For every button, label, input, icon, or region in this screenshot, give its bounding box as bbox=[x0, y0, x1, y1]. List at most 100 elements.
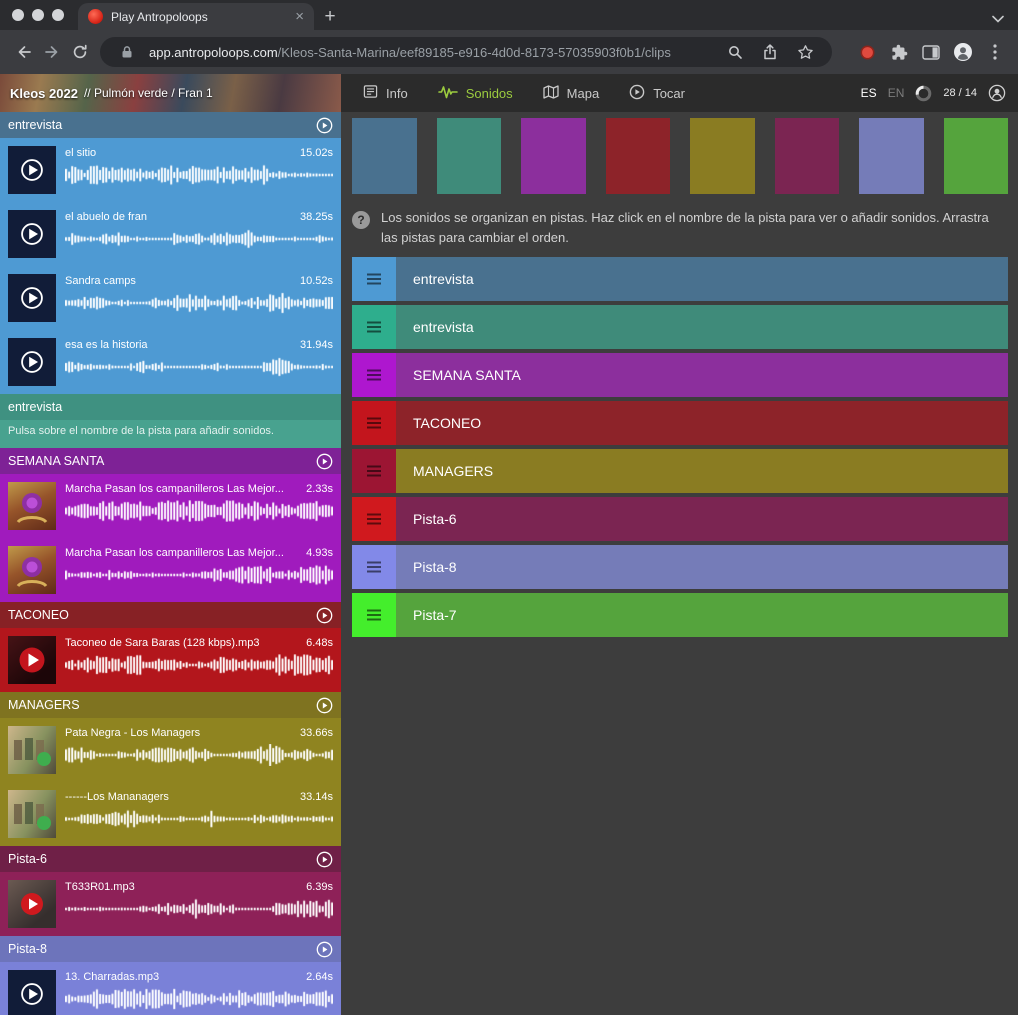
drag-handle[interactable] bbox=[352, 353, 396, 397]
nav-item-sonidos[interactable]: Sonidos bbox=[438, 85, 513, 102]
clip-waveform bbox=[65, 744, 333, 766]
audio-clip[interactable]: el sitio 15.02s bbox=[0, 138, 341, 202]
clip-thumbnail bbox=[8, 338, 56, 386]
nav-item-mapa[interactable]: Mapa bbox=[543, 85, 600, 102]
track-row-label[interactable]: MANAGERS bbox=[396, 449, 1008, 493]
audio-clip[interactable]: T633R01.mp3 6.39s bbox=[0, 872, 341, 936]
track-row[interactable]: entrevista bbox=[352, 257, 1008, 301]
track-header[interactable]: entrevista bbox=[0, 112, 341, 138]
browser-menu-icon[interactable] bbox=[982, 39, 1008, 65]
track-row-label[interactable]: Pista-7 bbox=[396, 593, 1008, 637]
track-color-swatch[interactable] bbox=[437, 118, 502, 194]
audio-clip[interactable]: Taconeo de Sara Baras (128 kbps).mp3 6.4… bbox=[0, 628, 341, 692]
breadcrumb[interactable]: Kleos 2022 // Pulmón verde / Fran 1 bbox=[0, 74, 341, 112]
sidebar-track: entrevista Pulsa sobre el nombre de la p… bbox=[0, 394, 341, 448]
new-tab-button[interactable]: + bbox=[314, 3, 346, 30]
audio-clip[interactable]: ------Los Mananagers 33.14s bbox=[0, 782, 341, 846]
track-color-swatch[interactable] bbox=[690, 118, 755, 194]
window-close-button[interactable] bbox=[12, 9, 24, 21]
track-play-button[interactable] bbox=[316, 851, 333, 868]
audio-clip[interactable]: Marcha Pasan los campanilleros Las Mejor… bbox=[0, 538, 341, 602]
track-color-swatch[interactable] bbox=[606, 118, 671, 194]
browser-tab[interactable]: Play Antropoloops × bbox=[78, 3, 314, 30]
drag-handle[interactable] bbox=[352, 305, 396, 349]
clip-meta: Pata Negra - Los Managers 33.66s bbox=[65, 726, 333, 774]
track-header[interactable]: TACONEO bbox=[0, 602, 341, 628]
drag-handle[interactable] bbox=[352, 401, 396, 445]
forward-button[interactable] bbox=[38, 38, 66, 66]
loops-counter: 28 / 14 bbox=[943, 87, 977, 99]
track-play-button[interactable] bbox=[316, 697, 333, 714]
audio-clip[interactable]: Pata Negra - Los Managers 33.66s bbox=[0, 718, 341, 782]
track-row[interactable]: Pista-8 bbox=[352, 545, 1008, 589]
track-row-label[interactable]: SEMANA SANTA bbox=[396, 353, 1008, 397]
lang-toggle-en[interactable]: EN bbox=[888, 86, 905, 100]
clip-meta: Marcha Pasan los campanilleros Las Mejor… bbox=[65, 482, 333, 530]
track-row-label[interactable]: Pista-8 bbox=[396, 545, 1008, 589]
track-header[interactable]: entrevista bbox=[0, 394, 341, 420]
drag-handle[interactable] bbox=[352, 593, 396, 637]
track-row-label[interactable]: entrevista bbox=[396, 257, 1008, 301]
track-row-label[interactable]: entrevista bbox=[396, 305, 1008, 349]
drag-handle[interactable] bbox=[352, 545, 396, 589]
track-play-button[interactable] bbox=[316, 453, 333, 470]
sidebar-track: entrevista el sitio 15.02s el abuelo de … bbox=[0, 112, 341, 394]
tab-search-chevron-icon[interactable] bbox=[992, 10, 1004, 28]
audio-clip[interactable]: esa es la historia 31.94s bbox=[0, 330, 341, 394]
track-row[interactable]: Pista-6 bbox=[352, 497, 1008, 541]
nav-item-label: Mapa bbox=[567, 86, 600, 101]
clip-duration: 10.52s bbox=[300, 275, 333, 287]
track-color-swatch[interactable] bbox=[859, 118, 924, 194]
side-panel-icon[interactable] bbox=[918, 39, 944, 65]
track-clip-list: Taconeo de Sara Baras (128 kbps).mp3 6.4… bbox=[0, 628, 341, 692]
extension-record-icon[interactable] bbox=[854, 39, 880, 65]
drag-handle[interactable] bbox=[352, 257, 396, 301]
audio-clip[interactable]: 13. Charradas.mp3 2.64s bbox=[0, 962, 341, 1015]
profile-avatar[interactable] bbox=[950, 39, 976, 65]
clip-thumbnail bbox=[8, 274, 56, 322]
audio-clip[interactable]: Sandra camps 10.52s bbox=[0, 266, 341, 330]
track-row[interactable]: SEMANA SANTA bbox=[352, 353, 1008, 397]
track-row-label[interactable]: TACONEO bbox=[396, 401, 1008, 445]
track-header[interactable]: MANAGERS bbox=[0, 692, 341, 718]
url-field[interactable]: app.antropoloops.com/Kleos-Santa-Marina/… bbox=[100, 37, 832, 67]
track-header[interactable]: Pista-6 bbox=[0, 846, 341, 872]
track-color-swatch[interactable] bbox=[521, 118, 586, 194]
track-row[interactable]: MANAGERS bbox=[352, 449, 1008, 493]
clip-thumbnail bbox=[8, 790, 56, 838]
track-play-button[interactable] bbox=[316, 941, 333, 958]
tab-close-icon[interactable]: × bbox=[295, 9, 304, 24]
window-zoom-button[interactable] bbox=[52, 9, 64, 21]
nav-item-icon bbox=[629, 84, 645, 103]
track-color-swatch[interactable] bbox=[775, 118, 840, 194]
track-header[interactable]: Pista-8 bbox=[0, 936, 341, 962]
track-header[interactable]: SEMANA SANTA bbox=[0, 448, 341, 474]
audio-clip[interactable]: Marcha Pasan los campanilleros Las Mejor… bbox=[0, 474, 341, 538]
bookmark-star-icon[interactable] bbox=[792, 39, 818, 65]
share-icon[interactable] bbox=[757, 39, 783, 65]
back-button[interactable] bbox=[10, 38, 38, 66]
track-color-swatch[interactable] bbox=[352, 118, 417, 194]
track-row[interactable]: Pista-7 bbox=[352, 593, 1008, 637]
account-icon[interactable] bbox=[988, 84, 1006, 102]
drag-handle[interactable] bbox=[352, 497, 396, 541]
window-controls bbox=[12, 0, 64, 30]
extensions-puzzle-icon[interactable] bbox=[886, 39, 912, 65]
track-play-button[interactable] bbox=[316, 607, 333, 624]
track-row-label[interactable]: Pista-6 bbox=[396, 497, 1008, 541]
clip-thumbnail bbox=[8, 636, 56, 684]
nav-item-info[interactable]: Info bbox=[363, 84, 408, 102]
track-row[interactable]: TACONEO bbox=[352, 401, 1008, 445]
track-row[interactable]: entrevista bbox=[352, 305, 1008, 349]
drag-handle[interactable] bbox=[352, 449, 396, 493]
window-minimize-button[interactable] bbox=[32, 9, 44, 21]
lang-toggle-es[interactable]: ES bbox=[861, 86, 877, 100]
track-name: SEMANA SANTA bbox=[8, 454, 104, 468]
track-play-button[interactable] bbox=[316, 117, 333, 134]
nav-item-tocar[interactable]: Tocar bbox=[629, 84, 685, 103]
audio-clip[interactable]: el abuelo de fran 38.25s bbox=[0, 202, 341, 266]
clip-duration: 6.48s bbox=[306, 637, 333, 649]
reload-button[interactable] bbox=[66, 38, 94, 66]
zoom-icon[interactable] bbox=[722, 39, 748, 65]
track-color-swatch[interactable] bbox=[944, 118, 1009, 194]
